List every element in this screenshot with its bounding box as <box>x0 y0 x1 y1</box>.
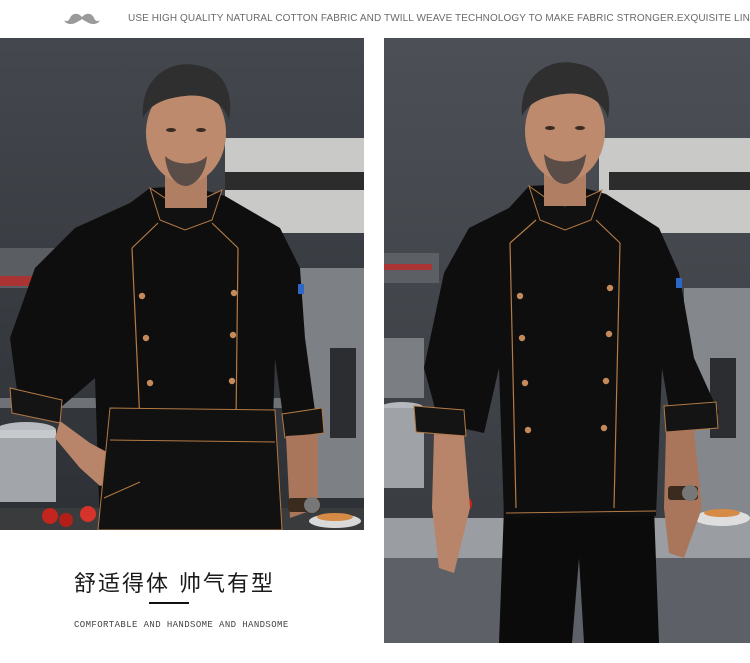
mustache-icon <box>64 13 100 25</box>
caption-subtitle: COMFORTABLE AND HANDSOME AND HANDSOME <box>74 620 289 630</box>
top-banner: USE HIGH QUALITY NATURAL COTTON FABRIC A… <box>0 0 750 38</box>
caption-title: 舒适得体 帅气有型 <box>74 572 275 597</box>
tagline-text: USE HIGH QUALITY NATURAL COTTON FABRIC A… <box>128 13 750 24</box>
caption-divider <box>149 602 189 604</box>
product-photo-full-length <box>384 38 750 643</box>
product-photo-apron <box>0 38 364 530</box>
